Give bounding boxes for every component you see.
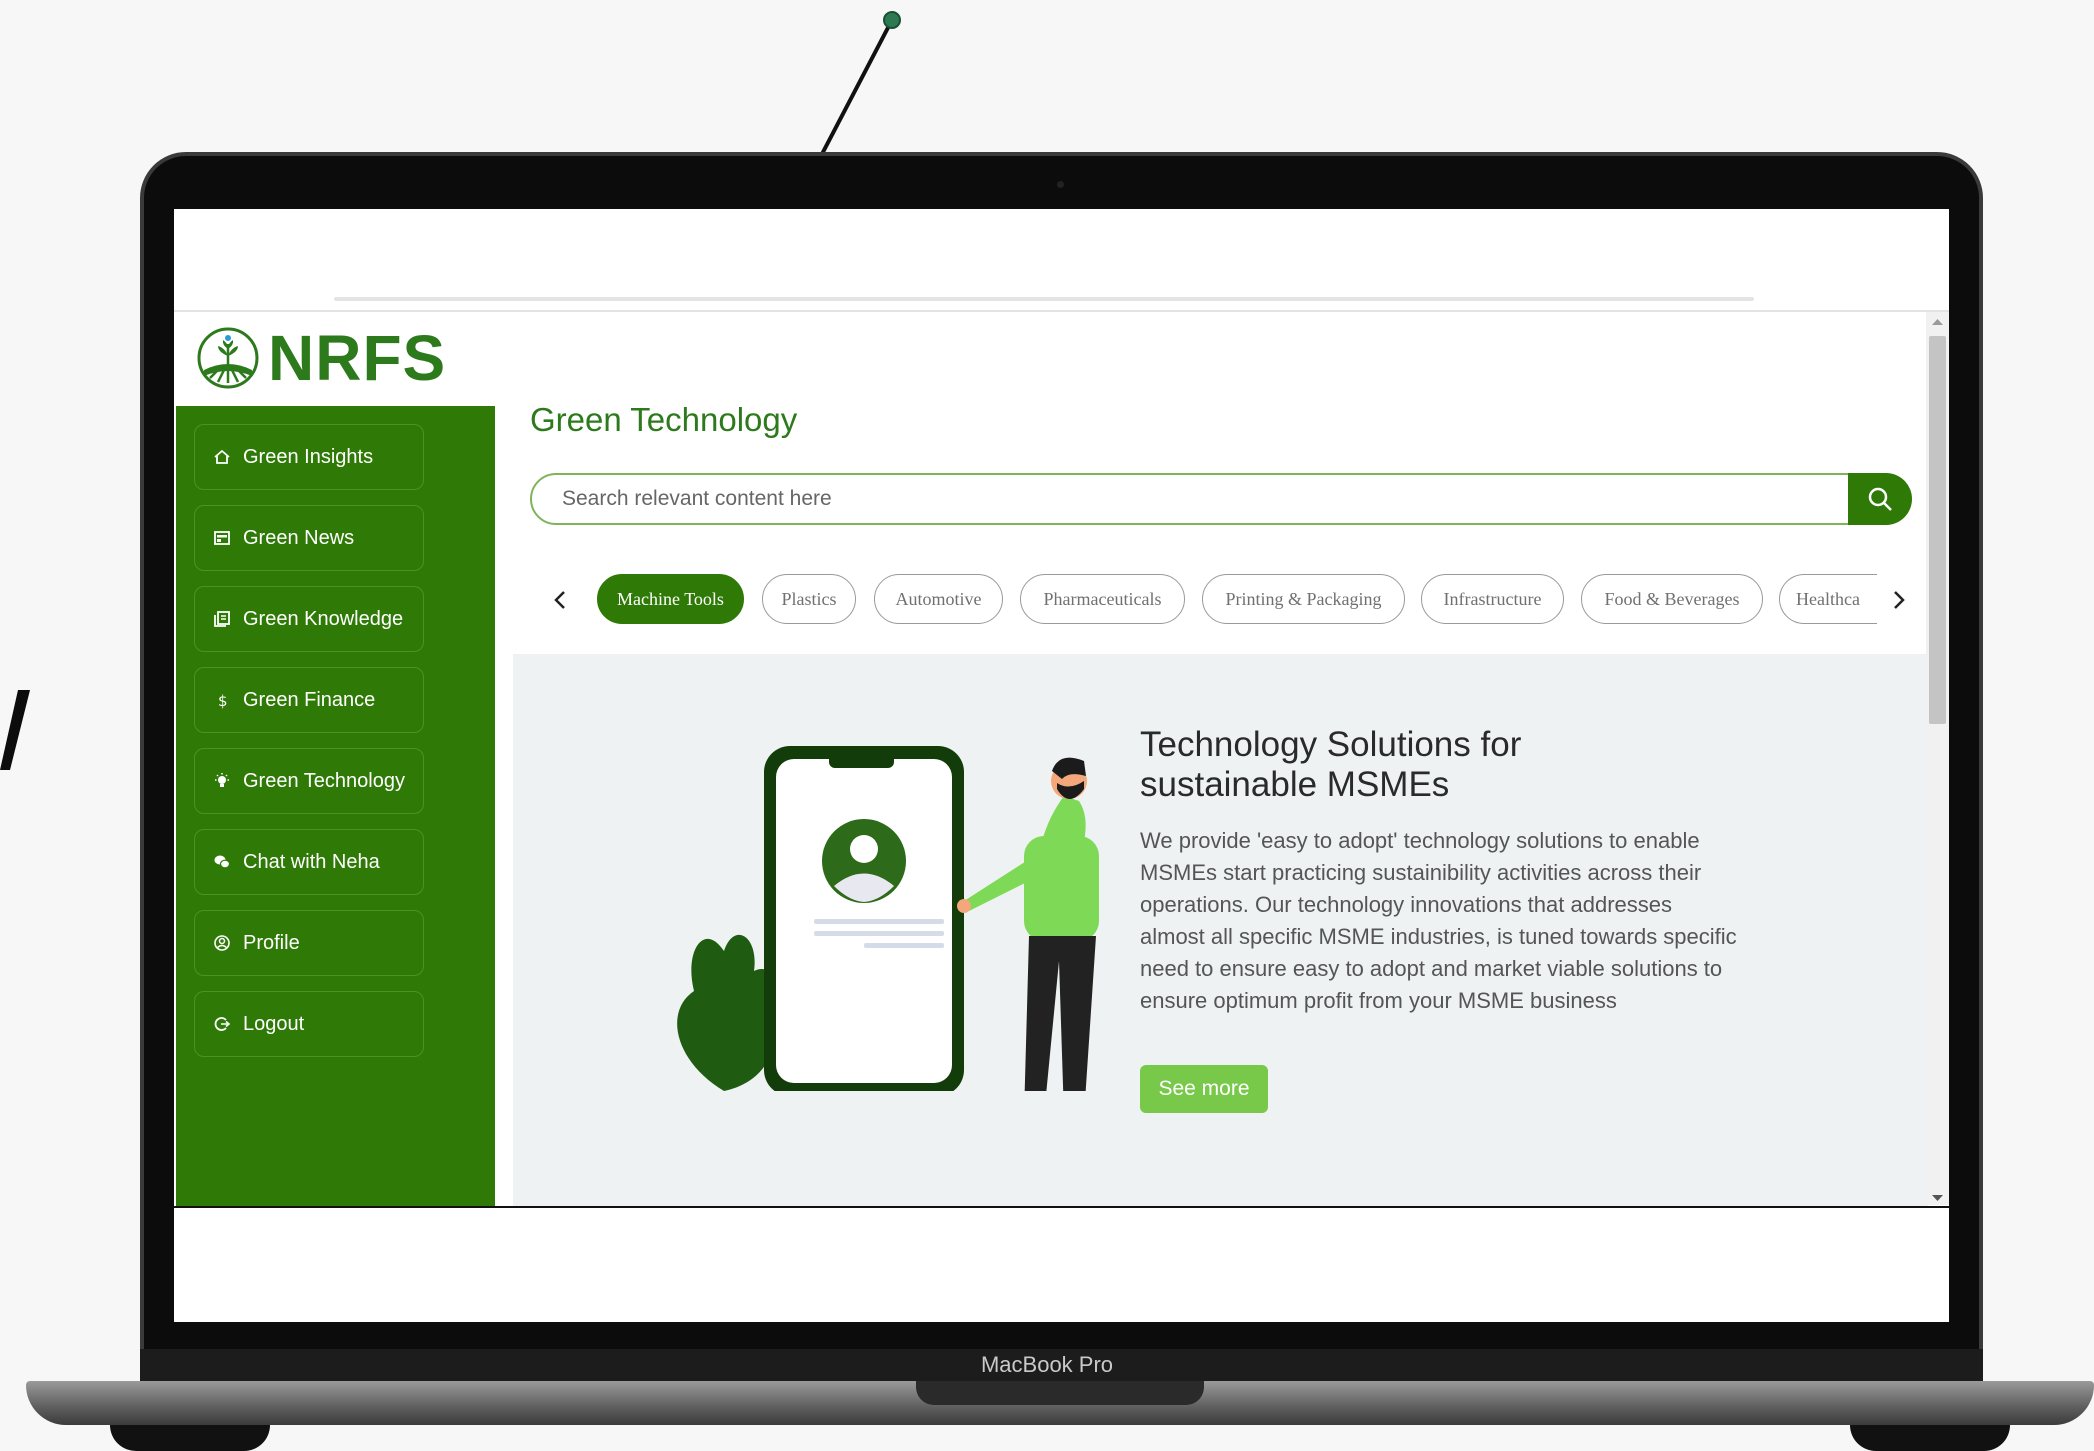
search-placeholder: Search relevant content here [562,487,832,510]
phone-person-illustration [677,746,1099,1091]
category-pill-machine-tools[interactable]: Machine Tools [597,574,744,624]
laptop-model-label: MacBook Pro [980,1352,1114,1377]
hero-title: Technology Solutions for sustainable MSM… [1140,725,1522,804]
scrollbar-thumb[interactable] [1929,336,1946,724]
sidebar-item-label: Green Finance [243,688,376,711]
annotation-dot [883,11,901,29]
sidebar-item-green-finance[interactable]: $ Green Finance [194,667,424,733]
laptop-screen: NRFS Green Insights Green News Green Kno… [174,209,1949,1322]
search-button[interactable] [1848,473,1912,525]
page-title: Green Technology [530,401,798,438]
brand-name: NRFS [268,322,447,394]
sidebar-item-label: Green Technology [243,769,405,792]
dollar-icon: $ [218,692,228,709]
category-pill-plastics[interactable]: Plastics [762,574,856,624]
news-icon [214,531,230,545]
sidebar-item-green-knowledge[interactable]: Green Knowledge [194,586,424,652]
scroll-down-icon[interactable] [1932,1194,1943,1202]
webcam [1057,181,1064,188]
logout-icon [214,1017,231,1031]
sidebar-item-green-insights[interactable]: Green Insights [194,424,424,490]
bulb-icon [215,773,229,787]
hero-description: We provide 'easy to adopt' technology so… [1140,828,1737,1013]
book-icon [214,611,230,627]
laptop-foot-left [110,1425,270,1451]
decorative-slash [0,690,30,770]
sidebar-item-label: Logout [243,1012,305,1035]
browser-address-bar[interactable] [334,297,1754,301]
sidebar-item-green-news[interactable]: Green News [194,505,424,571]
category-pill-infrastructure[interactable]: Infrastructure [1421,574,1564,624]
sidebar-item-green-technology[interactable]: Green Technology [194,748,424,814]
see-more-button[interactable]: See more [1140,1065,1268,1113]
svg-text:$: $ [218,692,228,709]
category-pill-food-beverages[interactable]: Food & Beverages [1581,574,1763,624]
laptop-hinge-notch [916,1381,1204,1405]
category-pill-pharmaceuticals[interactable]: Pharmaceuticals [1020,574,1185,624]
brand-logo[interactable]: NRFS [196,322,447,394]
sidebar-item-logout[interactable]: Logout [194,991,424,1057]
laptop-foot-right [1850,1425,2010,1451]
scroll-up-icon[interactable] [1932,318,1943,326]
search-icon [1868,487,1892,511]
sidebar-item-label: Green Knowledge [243,607,404,630]
sidebar-item-label: Green News [243,526,355,549]
nrfs-logo-icon [197,327,259,389]
chevron-right-icon[interactable] [1887,589,1909,611]
chevron-left-icon[interactable] [550,589,572,611]
viewport-bottom-edge [174,1206,1949,1208]
user-icon [214,935,230,951]
category-pill-automotive[interactable]: Automotive [874,574,1003,624]
sidebar-item-profile[interactable]: Profile [194,910,424,976]
sidebar: Green Insights Green News Green Knowledg… [176,406,495,1206]
browser-top [174,209,1949,299]
chat-icon [214,855,231,869]
category-pill-healthcare[interactable]: Healthca [1779,574,1877,624]
sidebar-item-label: Green Insights [243,445,374,468]
sidebar-item-label: Chat with Neha [243,850,380,873]
home-icon [214,449,230,464]
header-divider [174,310,1949,312]
sidebar-item-label: Profile [243,931,300,954]
category-pill-printing-packaging[interactable]: Printing & Packaging [1202,574,1405,624]
sidebar-item-chat-with-neha[interactable]: Chat with Neha [194,829,424,895]
